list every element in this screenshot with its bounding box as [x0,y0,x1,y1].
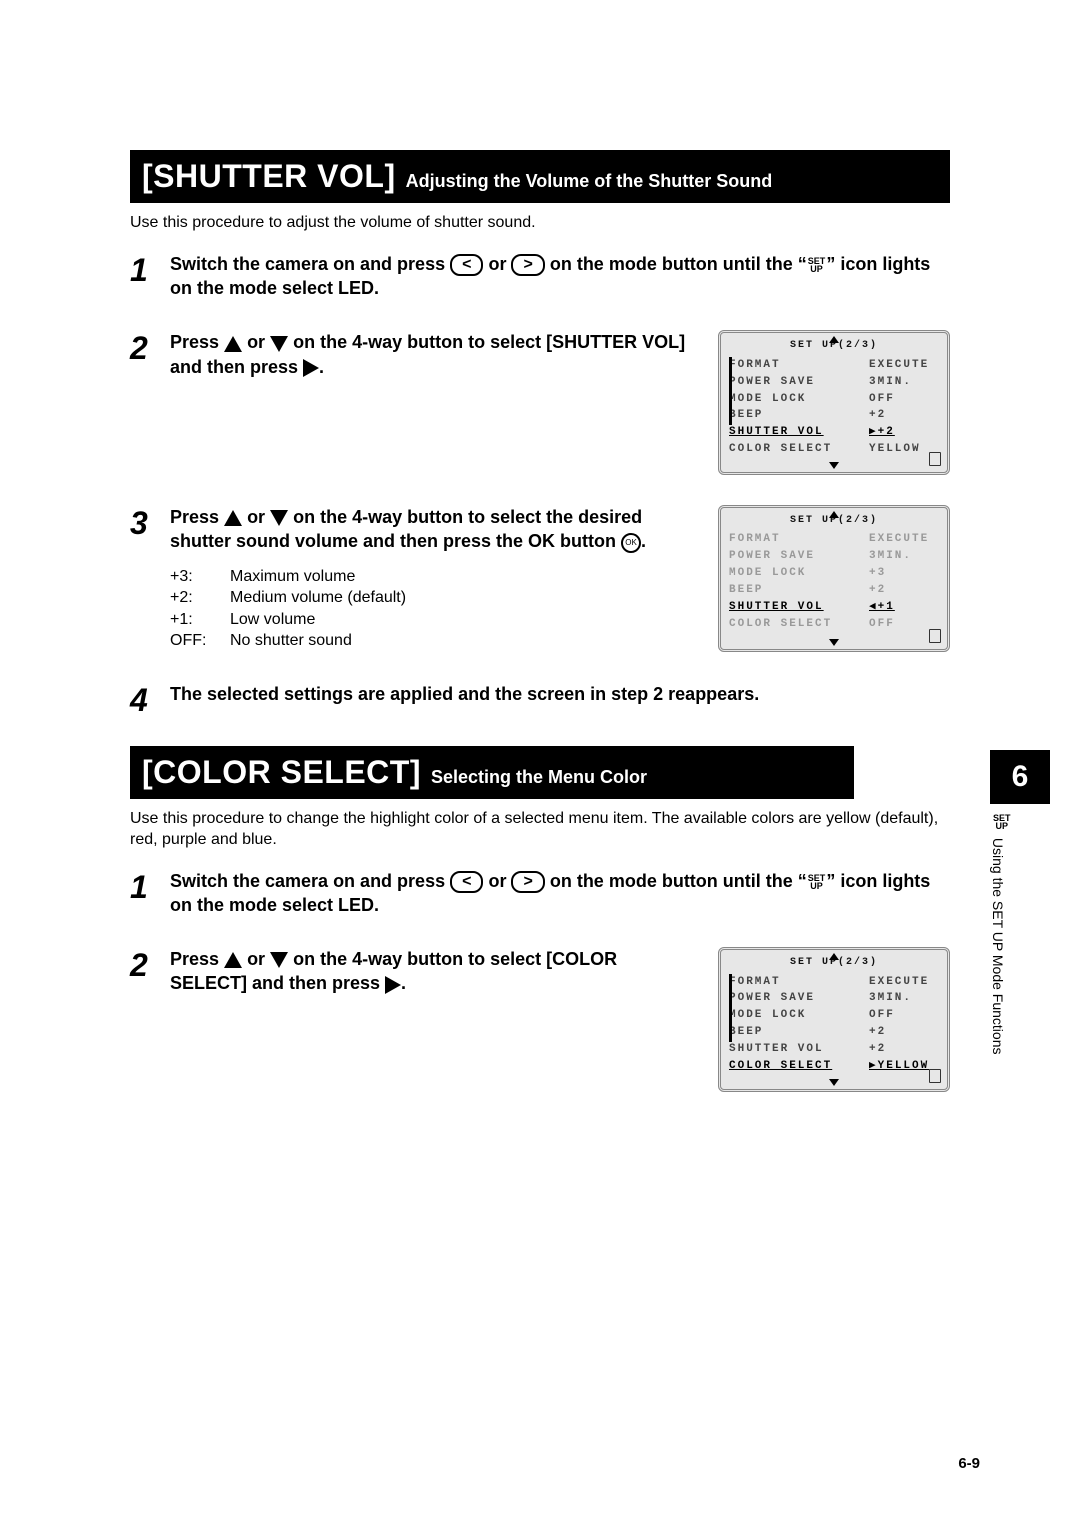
step-text: Press or on the 4-way button to select [… [170,330,698,475]
lcd-row: SHUTTER VOL+2 [729,1041,939,1058]
step-number: 4 [130,682,170,716]
sd-card-icon [929,629,941,643]
lcd-row: FORMATEXECUTE [729,974,939,991]
step-number: 3 [130,505,170,539]
lcd-row: COLOR SELECTYELLOW [729,441,939,458]
volume-option-row: +3:Maximum volume [170,566,698,588]
s2-step-2: 2 Press or on the 4-way button to select… [130,947,950,1092]
down-arrow-icon [270,952,288,968]
lcd-row: SHUTTER VOL▶+2 [729,424,939,441]
s2-step-1: 1 Switch the camera on and press < or > … [130,869,950,918]
lcd-row: POWER SAVE3MIN. [729,548,939,565]
heading-small: Selecting the Menu Color [431,767,647,788]
lcd-row: MODE LOCKOFF [729,1007,939,1024]
step-text: Switch the camera on and press < or > on… [170,252,950,301]
lcd-row: MODE LOCK+3 [729,565,939,582]
step-text: The selected settings are applied and th… [170,682,950,706]
volume-option-row: OFF:No shutter sound [170,630,698,652]
lcd-row: COLOR SELECT▶YELLOW [729,1058,939,1075]
step-number: 2 [130,330,170,364]
step-number: 1 [130,869,170,903]
volume-option-row: +2:Medium volume (default) [170,587,698,609]
up-arrow-icon [224,952,242,968]
up-arrow-icon [224,336,242,352]
up-arrow-icon [224,510,242,526]
step-3: 3 Press or on the 4-way button to select… [130,505,950,652]
lcd-screen-1: SET UP(2/3) FORMATEXECUTEPOWER SAVE3MIN.… [718,330,950,475]
lcd-row: COLOR SELECTOFF [729,616,939,633]
sd-card-icon [929,452,941,466]
step-2: 2 Press or on the 4-way button to select… [130,330,950,475]
mode-left-icon: < [450,254,483,276]
sd-card-icon [929,1069,941,1083]
heading-big: [COLOR SELECT] [142,754,421,791]
right-arrow-icon [385,976,401,994]
lcd-row: BEEP+2 [729,407,939,424]
lcd-row: POWER SAVE3MIN. [729,990,939,1007]
setup-icon: SETUP [992,814,1012,830]
lcd-row: BEEP+2 [729,582,939,599]
down-arrow-icon [270,510,288,526]
setup-icon: SETUP [807,874,827,890]
right-arrow-icon [303,359,319,377]
lcd-screen-2: SET UP(2/3) FORMATEXECUTEPOWER SAVE3MIN.… [718,505,950,652]
heading-big: [SHUTTER VOL] [142,158,396,195]
lcd-row: FORMATEXECUTE [729,357,939,374]
step-number: 1 [130,252,170,286]
heading-small: Adjusting the Volume of the Shutter Soun… [406,171,773,192]
chapter-number: 6 [990,750,1050,804]
lcd-row: FORMATEXECUTE [729,531,939,548]
section-heading-shutter-vol: [SHUTTER VOL] Adjusting the Volume of th… [130,150,950,203]
step-4: 4 The selected settings are applied and … [130,682,950,716]
setup-icon: SETUP [807,257,827,273]
volume-option-row: +1:Low volume [170,609,698,631]
step-number: 2 [130,947,170,981]
down-arrow-icon [270,336,288,352]
page-number: 6-9 [958,1455,980,1472]
mode-right-icon: > [511,254,544,276]
volume-options: +3:Maximum volume+2:Medium volume (defau… [170,566,698,652]
chapter-tab: 6 SETUP Using the SET UP Mode Functions [990,750,1050,1064]
lcd-row: SHUTTER VOL◀+1 [729,599,939,616]
step-text: Switch the camera on and press < or > on… [170,869,950,918]
lcd-row: MODE LOCKOFF [729,391,939,408]
mode-right-icon: > [511,871,544,893]
mode-left-icon: < [450,871,483,893]
intro-text: Use this procedure to change the highlig… [130,809,950,851]
section-heading-color-select: [COLOR SELECT] Selecting the Menu Color [130,746,854,799]
lcd-screen-3: SET UP(2/3) FORMATEXECUTEPOWER SAVE3MIN.… [718,947,950,1092]
ok-button-icon: OK [621,533,641,553]
lcd-row: BEEP+2 [729,1024,939,1041]
lcd-row: POWER SAVE3MIN. [729,374,939,391]
step-1: 1 Switch the camera on and press < or > … [130,252,950,301]
chapter-label: SETUP Using the SET UP Mode Functions [990,814,1011,1064]
intro-text: Use this procedure to adjust the volume … [130,213,950,234]
step-text: Press or on the 4-way button to select [… [170,947,698,1092]
